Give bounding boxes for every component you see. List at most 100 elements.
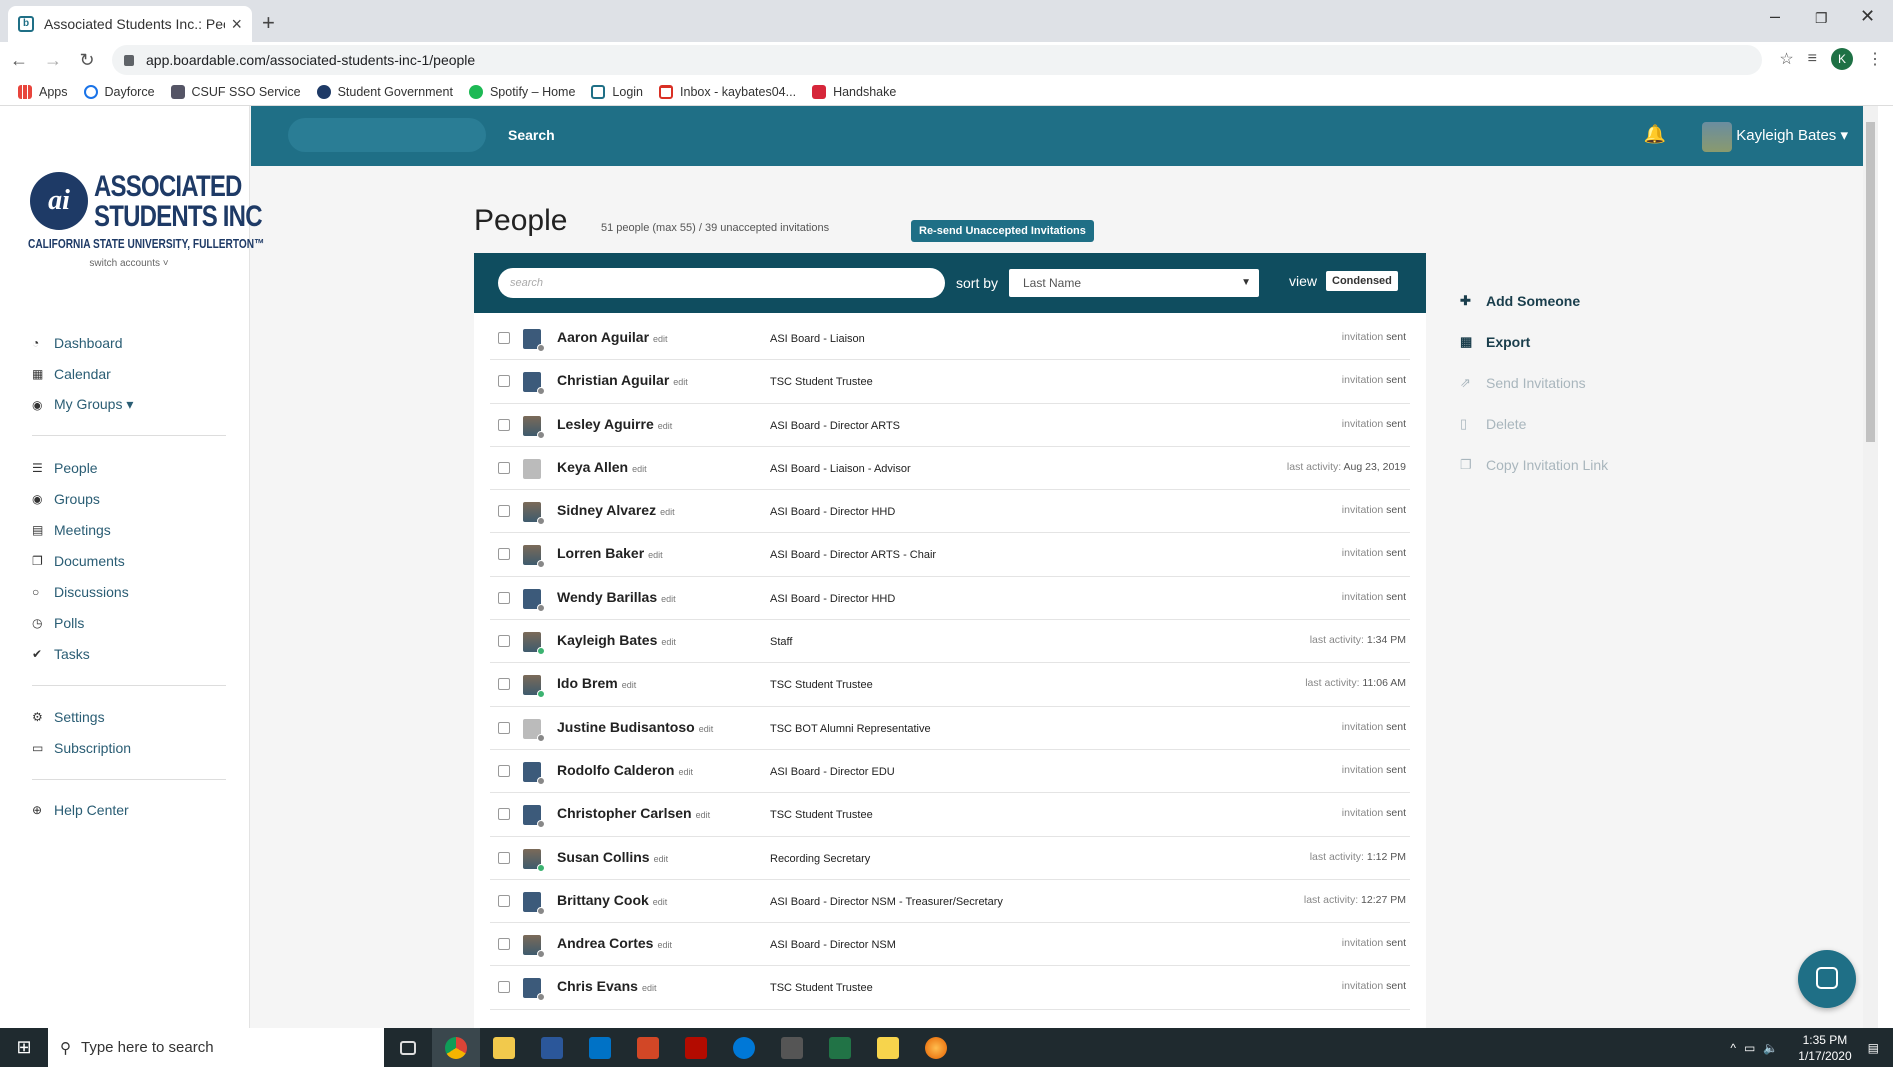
- row-checkbox[interactable]: [498, 418, 510, 431]
- bookmark-login[interactable]: Login: [591, 84, 643, 99]
- excel-icon[interactable]: [816, 1028, 864, 1067]
- resend-invitations-button[interactable]: Re-send Unaccepted Invitations: [911, 220, 1094, 242]
- sidebar-item-help-center[interactable]: ⊕ Help Center: [32, 794, 129, 825]
- bookmark-star-icon[interactable]: ☆: [1779, 49, 1793, 69]
- edit-link[interactable]: edit: [622, 680, 637, 690]
- profile-avatar[interactable]: K: [1831, 48, 1853, 70]
- person-name[interactable]: Rodolfo Calderon edit: [557, 762, 693, 778]
- sidebar-item-my-groups[interactable]: ◉ My Groups ▾: [32, 389, 133, 420]
- row-checkbox[interactable]: [498, 678, 510, 691]
- page-scrollbar[interactable]: [1863, 106, 1878, 1028]
- edit-link[interactable]: edit: [657, 940, 672, 950]
- row-checkbox[interactable]: [498, 375, 510, 388]
- row-checkbox[interactable]: [498, 894, 510, 907]
- send-invitations-button[interactable]: ⇗ Send Invitations: [1460, 362, 1608, 403]
- export-button[interactable]: ▦ Export: [1460, 321, 1608, 362]
- edit-link[interactable]: edit: [696, 810, 711, 820]
- edit-link[interactable]: edit: [632, 464, 647, 474]
- people-search-input[interactable]: search: [498, 268, 945, 298]
- notifications-icon[interactable]: ▤: [1868, 1041, 1879, 1055]
- add-someone-button[interactable]: ✚ Add Someone: [1460, 280, 1608, 321]
- media-icon[interactable]: ≡: [1808, 50, 1817, 68]
- sidebar-item-dashboard[interactable]: ◔ Dashboard: [32, 327, 133, 358]
- row-checkbox[interactable]: [498, 635, 510, 648]
- chevron-up-icon[interactable]: ^: [1730, 1041, 1736, 1055]
- bookmark-spotify[interactable]: Spotify – Home: [468, 84, 575, 99]
- window-close-icon[interactable]: ✕: [1860, 6, 1875, 27]
- sidebar-item-documents[interactable]: ❐ Documents: [32, 545, 129, 576]
- person-name[interactable]: Chris Evans edit: [557, 978, 656, 994]
- row-checkbox[interactable]: [498, 721, 510, 734]
- edit-link[interactable]: edit: [660, 507, 675, 517]
- global-search-input[interactable]: [288, 118, 486, 152]
- edit-link[interactable]: edit: [642, 983, 657, 993]
- person-name[interactable]: Justine Budisantoso edit: [557, 719, 713, 735]
- switch-accounts-link[interactable]: switch accounts ˅: [8, 258, 250, 269]
- row-checkbox[interactable]: [498, 764, 510, 777]
- reload-icon[interactable]: ↻: [72, 50, 102, 71]
- sidebar-item-discussions[interactable]: ○ Discussions: [32, 576, 129, 607]
- sidebar-item-tasks[interactable]: ✔ Tasks: [32, 638, 129, 669]
- row-checkbox[interactable]: [498, 505, 510, 518]
- task-view-icon[interactable]: [384, 1028, 432, 1067]
- new-tab-icon[interactable]: +: [262, 10, 275, 36]
- person-name[interactable]: Kayleigh Bates edit: [557, 632, 676, 648]
- windows-start-icon[interactable]: ⊞: [0, 1037, 48, 1058]
- bookmark-handshake[interactable]: Handshake: [812, 84, 896, 99]
- more-menu-icon[interactable]: ⋮: [1867, 49, 1883, 69]
- person-name[interactable]: Christian Aguilar edit: [557, 372, 688, 388]
- close-tab-icon[interactable]: ×: [231, 14, 242, 35]
- edit-link[interactable]: edit: [654, 854, 669, 864]
- person-name[interactable]: Andrea Cortes edit: [557, 935, 672, 951]
- edit-link[interactable]: edit: [653, 334, 668, 344]
- person-name[interactable]: Keya Allen edit: [557, 459, 647, 475]
- row-checkbox[interactable]: [498, 851, 510, 864]
- restore-icon[interactable]: ❐: [1815, 10, 1828, 27]
- taskbar-search-input[interactable]: ⚲ Type here to search: [48, 1028, 384, 1067]
- forward-icon[interactable]: →: [38, 50, 68, 71]
- bookmark-apps[interactable]: Apps: [18, 84, 68, 99]
- user-menu[interactable]: Kayleigh Bates ▾: [1736, 126, 1848, 144]
- person-name[interactable]: Brittany Cook edit: [557, 892, 667, 908]
- sort-select[interactable]: Last Name ▼: [1009, 269, 1259, 297]
- sidebar-item-settings[interactable]: ⚙ Settings: [32, 701, 131, 732]
- edit-link[interactable]: edit: [699, 724, 714, 734]
- edit-link[interactable]: edit: [661, 637, 676, 647]
- copy-invitation-link-button[interactable]: ❐ Copy Invitation Link: [1460, 444, 1608, 485]
- row-checkbox[interactable]: [498, 461, 510, 474]
- minimize-icon[interactable]: –: [1770, 6, 1780, 27]
- network-icon[interactable]: ▭: [1744, 1041, 1755, 1055]
- scrollbar-thumb[interactable]: [1866, 122, 1875, 442]
- sidebar-item-groups[interactable]: ◉ Groups: [32, 483, 129, 514]
- person-name[interactable]: Lorren Baker edit: [557, 545, 663, 561]
- user-avatar[interactable]: [1702, 122, 1732, 152]
- sticky-notes-icon[interactable]: [864, 1028, 912, 1067]
- edit-link[interactable]: edit: [673, 377, 688, 387]
- bell-icon[interactable]: 🔔: [1644, 124, 1666, 145]
- person-name[interactable]: Wendy Barillas edit: [557, 589, 676, 605]
- edge-icon[interactable]: [720, 1028, 768, 1067]
- bookmark-dayforce[interactable]: Dayforce: [83, 84, 155, 99]
- row-checkbox[interactable]: [498, 591, 510, 604]
- bookmark-inbox[interactable]: Inbox - kaybates04...: [659, 84, 796, 99]
- chrome-icon[interactable]: [432, 1028, 480, 1067]
- person-name[interactable]: Lesley Aguirre edit: [557, 416, 672, 432]
- browser-tab[interactable]: b Associated Students Inc.: People ×: [8, 6, 252, 42]
- delete-button[interactable]: ▯ Delete: [1460, 403, 1608, 444]
- edit-link[interactable]: edit: [678, 767, 693, 777]
- row-checkbox[interactable]: [498, 981, 510, 994]
- firefox-icon[interactable]: [912, 1028, 960, 1067]
- row-checkbox[interactable]: [498, 938, 510, 951]
- row-checkbox[interactable]: [498, 548, 510, 561]
- back-icon[interactable]: ←: [4, 50, 34, 71]
- calculator-icon[interactable]: [768, 1028, 816, 1067]
- sidebar-item-calendar[interactable]: ▦ Calendar: [32, 358, 133, 389]
- volume-icon[interactable]: 🔈: [1763, 1041, 1778, 1055]
- row-checkbox[interactable]: [498, 808, 510, 821]
- sidebar-item-people[interactable]: ☰ People: [32, 452, 129, 483]
- bookmark-csuf-sso[interactable]: CSUF SSO Service: [170, 84, 301, 99]
- file-explorer-icon[interactable]: [480, 1028, 528, 1067]
- url-input[interactable]: app.boardable.com/associated-students-in…: [112, 45, 1762, 75]
- person-name[interactable]: Christopher Carlsen edit: [557, 805, 710, 821]
- sidebar-item-meetings[interactable]: ▤ Meetings: [32, 514, 129, 545]
